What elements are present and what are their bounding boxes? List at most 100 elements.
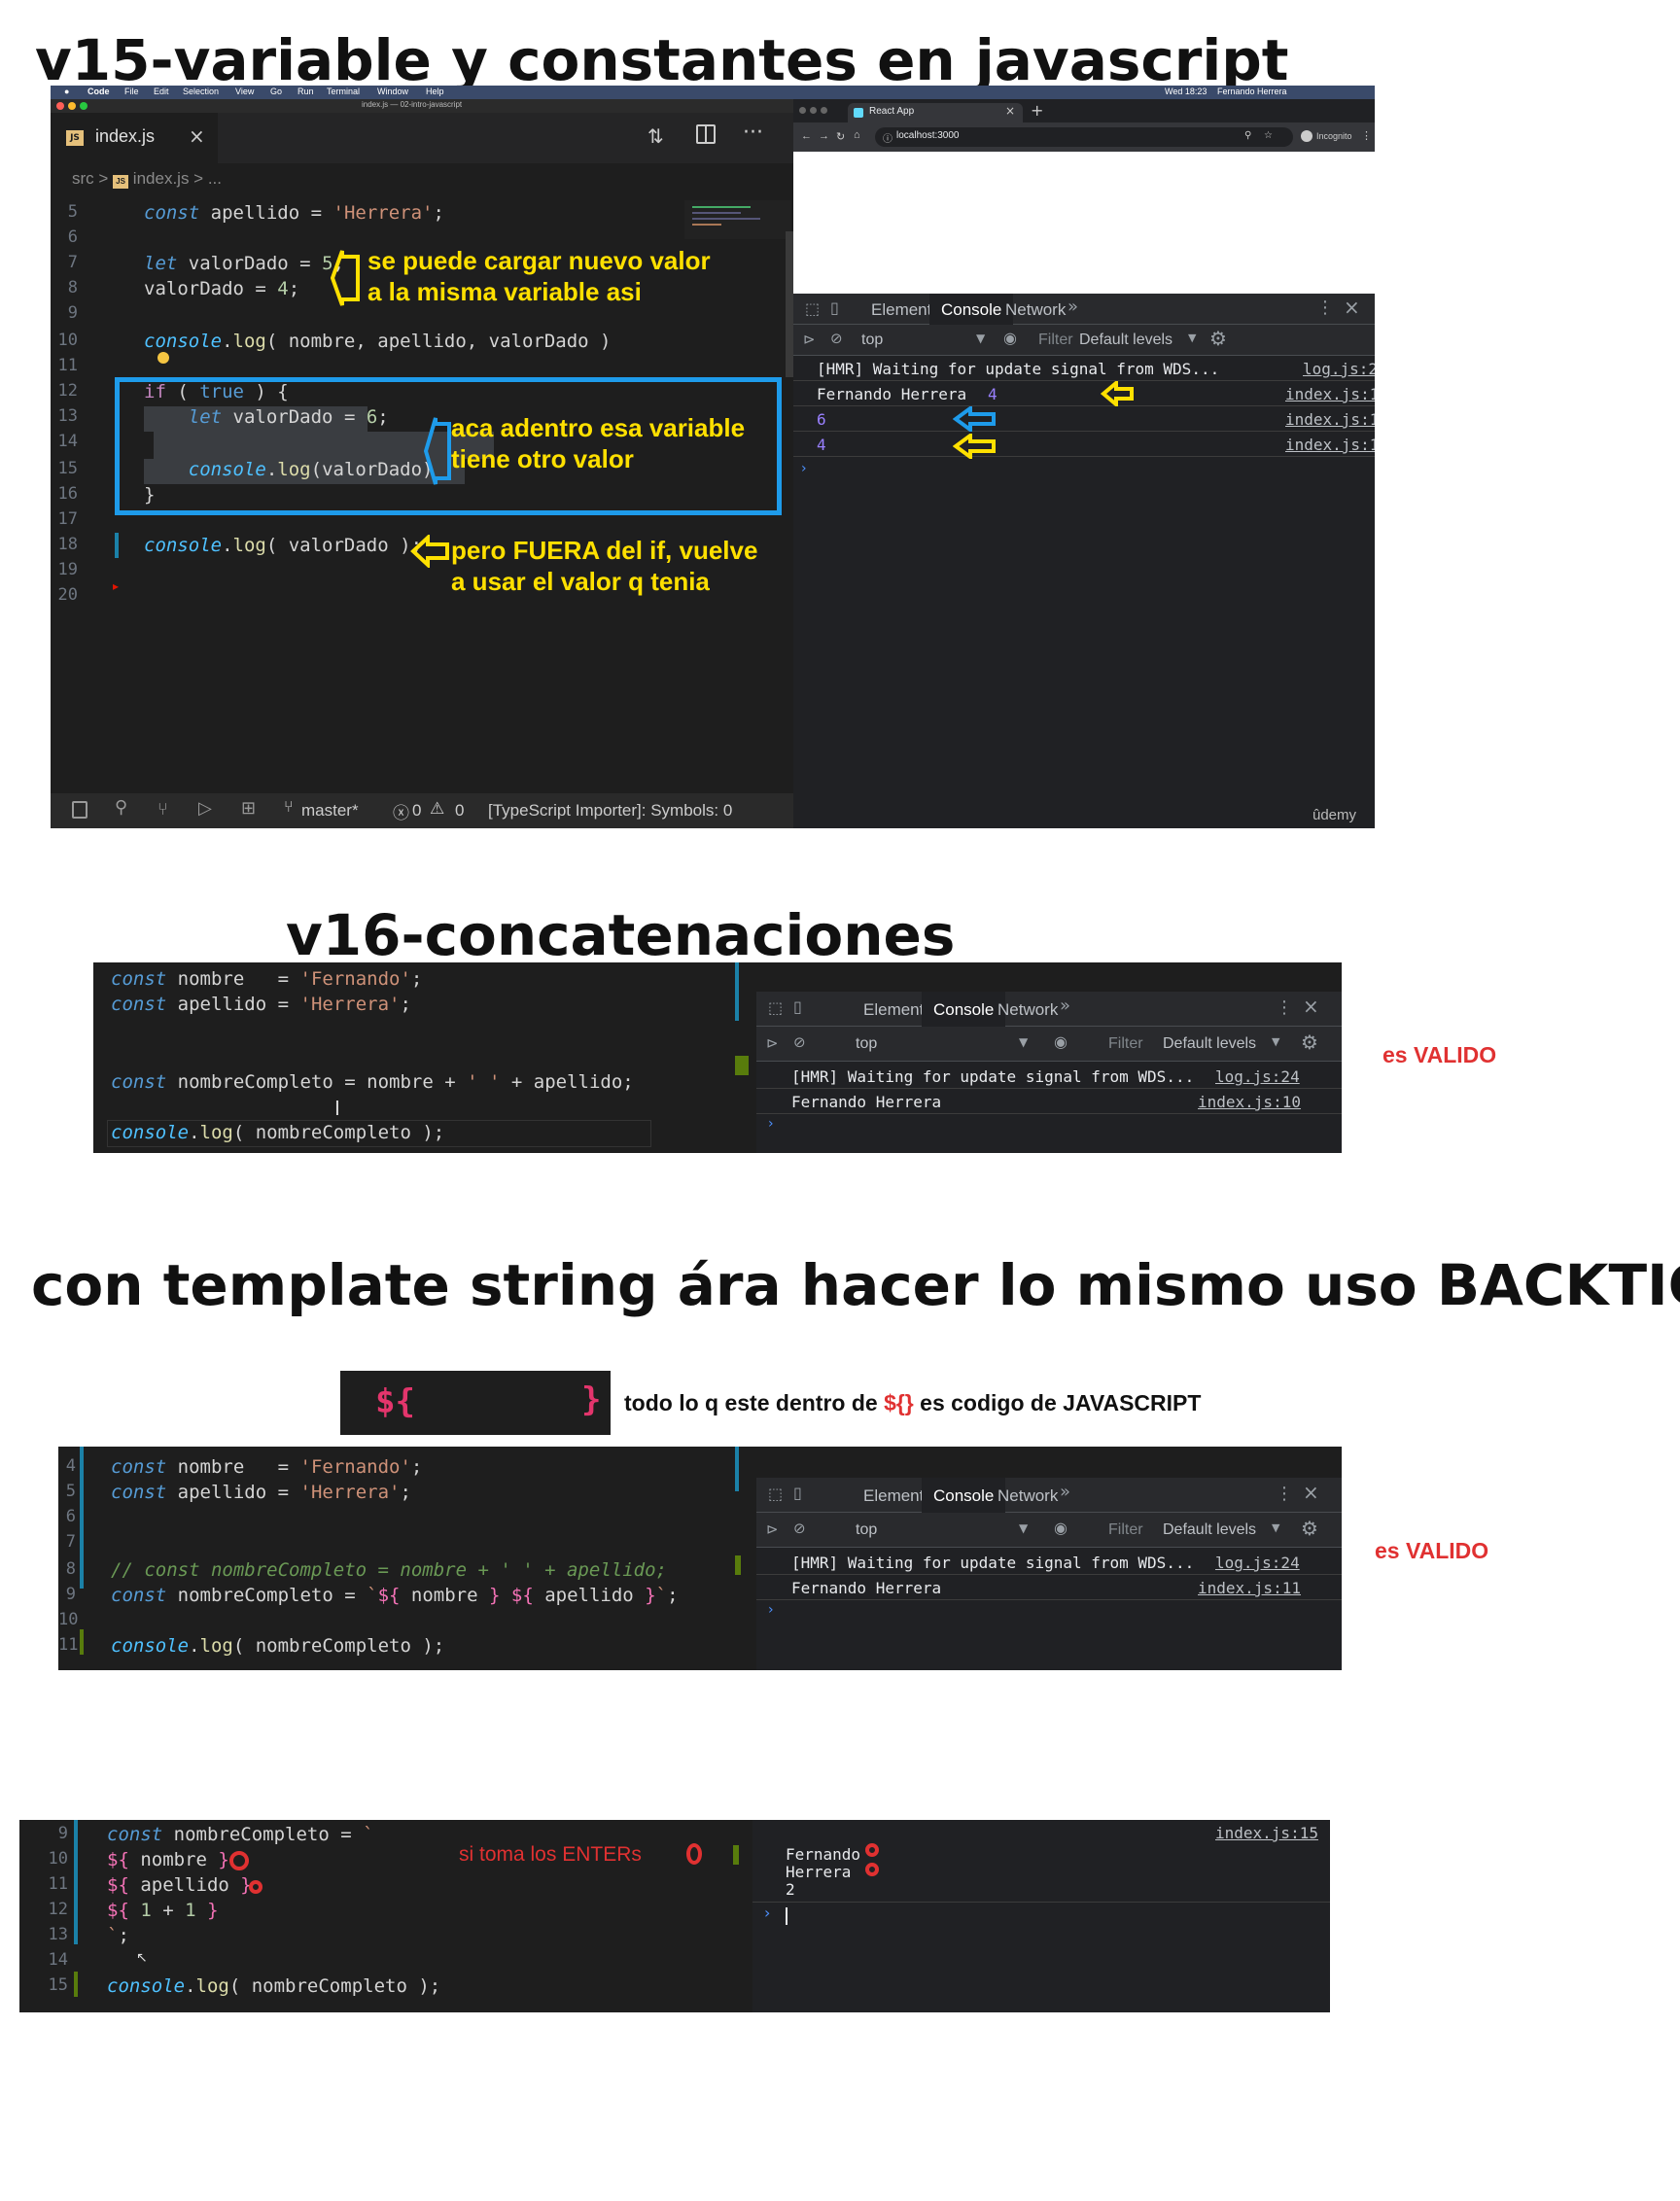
menu-terminal[interactable]: Terminal [327, 87, 360, 96]
context-select[interactable]: top [856, 1035, 877, 1053]
context-select[interactable]: top [861, 332, 883, 349]
filter-input[interactable]: Filter [1108, 1035, 1143, 1053]
eye-icon[interactable]: ◉ [1003, 329, 1017, 347]
sidebar-toggle-icon[interactable]: ⊳ [766, 1520, 779, 1538]
run-debug-icon[interactable]: ▷ [198, 798, 212, 819]
tab-console[interactable]: Console [929, 294, 1014, 325]
clear-console-icon[interactable]: ⊘ [793, 1033, 806, 1051]
breadcrumb-src[interactable]: src [72, 169, 94, 188]
levels-select[interactable]: Default levels [1079, 332, 1172, 349]
star-icon[interactable]: ☆ [1264, 130, 1273, 141]
code-line[interactable]: const apellido = 'Herrera'; [144, 202, 444, 224]
menu-edit[interactable]: Edit [154, 87, 169, 96]
close-icon[interactable]: × [1344, 296, 1360, 319]
console-link[interactable]: log.js:24 [1215, 1067, 1300, 1086]
chevron-down-icon[interactable]: ▼ [1019, 1035, 1028, 1049]
extensions-icon[interactable]: ⊞ [241, 798, 256, 819]
window-min-dot[interactable] [68, 102, 76, 110]
code-line[interactable]: ${ nombre } [107, 1849, 229, 1870]
eye-icon[interactable]: ◉ [1054, 1519, 1068, 1537]
source-control-icon[interactable]: ⑂ [158, 799, 168, 820]
console-link[interactable]: index.js:15 [1285, 410, 1375, 429]
devtools-menu-icon[interactable]: ⋮ [1276, 1484, 1293, 1504]
code-line[interactable]: console.log( nombreCompleto ); [107, 1975, 440, 1997]
code-line[interactable]: const nombre = 'Fernando'; [111, 968, 422, 990]
tab-console[interactable]: Console [922, 1478, 1006, 1513]
code-line[interactable]: const nombreCompleto = ` [107, 1824, 374, 1845]
context-select[interactable]: top [856, 1521, 877, 1539]
console-prompt-icon[interactable]: › [768, 1116, 774, 1132]
console-link[interactable]: index.js:10 [1198, 1093, 1301, 1111]
code-line[interactable]: let valorDado = 5; [144, 253, 344, 274]
menu-selection[interactable]: Selection [183, 87, 219, 96]
filter-input[interactable]: Filter [1038, 332, 1073, 349]
code-line[interactable]: console.log( nombreCompleto ); [111, 1635, 444, 1657]
console-link[interactable]: index.js:10 [1285, 385, 1375, 403]
breadcrumb-file[interactable]: index.js [133, 169, 190, 188]
browser-tab[interactable]: React App × [848, 103, 1023, 122]
inspect-icon[interactable]: ⬚ [768, 998, 783, 1017]
levels-select[interactable]: Default levels [1163, 1521, 1256, 1539]
inspect-icon[interactable]: ⬚ [768, 1485, 783, 1503]
tab-network[interactable]: Network [1005, 300, 1066, 320]
menu-go[interactable]: Go [270, 87, 282, 96]
menu-help[interactable]: Help [426, 87, 444, 96]
incognito-label[interactable]: Incognito [1316, 131, 1352, 141]
console-link[interactable]: log.js:24 [1303, 360, 1375, 378]
tab-console[interactable]: Console [922, 992, 1006, 1027]
inspect-icon[interactable]: ⬚ [805, 299, 820, 318]
scrollbar[interactable] [786, 231, 793, 377]
code-line[interactable]: console.log( nombreCompleto ); [111, 1122, 444, 1143]
chevron-down-icon[interactable]: ▼ [1272, 1521, 1279, 1534]
device-toolbar-icon[interactable]: ▯ [830, 298, 839, 317]
code-line[interactable]: const nombreCompleto = `${ nombre } ${ a… [111, 1585, 679, 1606]
clear-console-icon[interactable]: ⊘ [793, 1520, 806, 1537]
menu-view[interactable]: View [235, 87, 254, 96]
more-tabs-icon[interactable]: » [1060, 996, 1070, 1016]
menu-run[interactable]: Run [298, 87, 314, 96]
device-toolbar-icon[interactable]: ▯ [793, 997, 802, 1016]
console-caret[interactable] [786, 1907, 788, 1925]
console-link[interactable]: index.js:18 [1285, 436, 1375, 454]
close-icon[interactable]: × [1005, 104, 1015, 118]
window-close-dot[interactable] [56, 102, 64, 110]
tab-index-js[interactable]: JS index.js × [51, 113, 218, 163]
filter-input[interactable]: Filter [1108, 1521, 1143, 1539]
code-line[interactable]: const apellido = 'Herrera'; [111, 994, 411, 1015]
chevron-down-icon[interactable]: ▼ [1272, 1035, 1279, 1048]
explorer-icon[interactable] [72, 801, 88, 819]
git-branch[interactable]: master* [301, 801, 359, 821]
breadcrumb-more[interactable]: ... [208, 169, 222, 188]
address-bar[interactable]: ⓘ localhost:3000 ⚲ ☆ [875, 127, 1293, 147]
code-line[interactable]: ${ 1 + 1 } [107, 1900, 219, 1921]
chevron-down-icon[interactable]: ▼ [976, 332, 985, 345]
new-tab-icon[interactable]: + [1031, 101, 1043, 120]
console-link[interactable]: log.js:24 [1215, 1554, 1300, 1572]
forward-icon[interactable]: → [819, 130, 829, 142]
tab-network[interactable]: Network [998, 1000, 1058, 1020]
more-tabs-icon[interactable]: » [1060, 1482, 1070, 1502]
menu-file[interactable]: File [124, 87, 139, 96]
eye-icon[interactable]: ◉ [1054, 1032, 1068, 1051]
device-toolbar-icon[interactable]: ▯ [793, 1484, 802, 1502]
menu-window[interactable]: Window [377, 87, 408, 96]
back-icon[interactable]: ← [801, 130, 812, 142]
code-line[interactable]: console.log( nombre, apellido, valorDado… [144, 331, 611, 352]
sidebar-toggle-icon[interactable]: ⊳ [803, 331, 816, 348]
sidebar-toggle-icon[interactable]: ⊳ [766, 1034, 779, 1052]
reload-icon[interactable]: ↻ [836, 130, 845, 143]
gear-icon[interactable]: ⚙ [1301, 1031, 1318, 1054]
code-line[interactable]: const nombre = 'Fernando'; [111, 1456, 422, 1478]
errors-count[interactable]: 0 [412, 801, 421, 821]
window-max-dot[interactable] [80, 102, 88, 110]
more-actions-icon[interactable]: ··· [743, 121, 763, 145]
devtools-menu-icon[interactable]: ⋮ [1276, 997, 1293, 1018]
lightbulb-icon[interactable] [158, 352, 169, 364]
more-tabs-icon[interactable]: » [1068, 297, 1078, 317]
chevron-down-icon[interactable]: ▼ [1188, 332, 1196, 344]
console-prompt-icon[interactable]: › [801, 461, 807, 476]
levels-select[interactable]: Default levels [1163, 1035, 1256, 1053]
zoom-icon[interactable]: ⚲ [1244, 130, 1251, 141]
compare-icon[interactable]: ⇅ [648, 124, 664, 148]
code-line[interactable]: const apellido = 'Herrera'; [111, 1482, 411, 1503]
